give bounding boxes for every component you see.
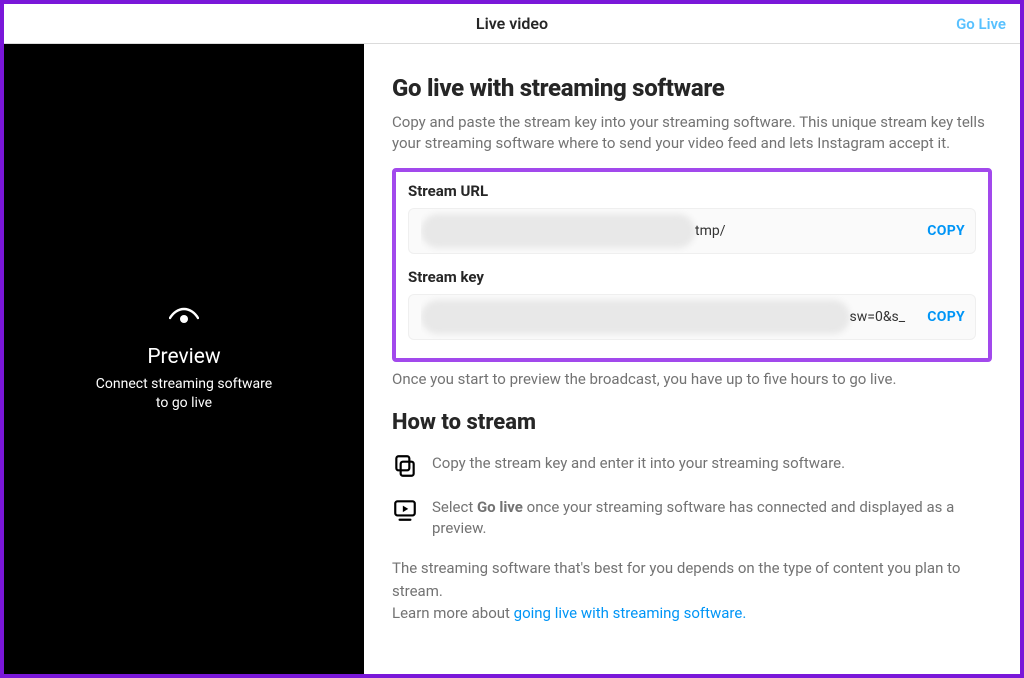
step-2: Select Go live once your streaming softw… <box>392 497 992 539</box>
page-heading: Go live with streaming software <box>392 74 992 102</box>
how-to-stream-heading: How to stream <box>392 410 992 435</box>
dialog-content: Preview Connect streaming software to go… <box>4 44 1020 674</box>
play-monitor-icon <box>392 497 418 523</box>
preview-time-note: Once you start to preview the broadcast,… <box>392 370 992 388</box>
copy-icon <box>392 453 418 479</box>
preview-subtitle-line2: to go live <box>156 395 212 411</box>
preview-pane: Preview Connect streaming software to go… <box>4 44 364 674</box>
live-video-dialog: Live video Go Live Preview Connect strea… <box>0 0 1024 678</box>
footer-note-text: The streaming software that's best for y… <box>392 559 960 600</box>
step-1: Copy the stream key and enter it into yo… <box>392 453 992 479</box>
copy-stream-url-button[interactable]: COPY <box>927 223 965 239</box>
stream-url-block: Stream URL tmp/ COPY <box>408 182 976 254</box>
eye-icon <box>169 305 199 331</box>
page-description: Copy and paste the stream key into your … <box>392 112 992 154</box>
go-live-button[interactable]: Go Live <box>956 15 1006 33</box>
stream-key-label: Stream key <box>408 268 976 286</box>
stream-url-tail: tmp/ <box>695 223 726 239</box>
main-pane: Go live with streaming software Copy and… <box>364 44 1020 674</box>
preview-subtitle: Connect streaming software to go live <box>96 375 272 413</box>
copy-stream-key-button[interactable]: COPY <box>927 309 965 325</box>
dialog-title: Live video <box>476 14 548 33</box>
stream-key-block: Stream key sw=0&s_ COPY <box>408 268 976 340</box>
step-1-text: Copy the stream key and enter it into yo… <box>432 453 845 474</box>
step-2-pre: Select <box>432 498 477 516</box>
redaction-smudge <box>421 300 850 334</box>
stream-url-value: tmp/ <box>421 209 919 253</box>
preview-subtitle-line1: Connect streaming software <box>96 376 272 392</box>
stream-key-field[interactable]: sw=0&s_ COPY <box>408 294 976 340</box>
footer-note: The streaming software that's best for y… <box>392 557 992 625</box>
learn-more-pre: Learn more about <box>392 604 514 622</box>
stream-url-label: Stream URL <box>408 182 976 200</box>
step-2-bold: Go live <box>477 498 523 516</box>
stream-key-value: sw=0&s_ <box>421 295 919 339</box>
preview-title: Preview <box>147 345 220 369</box>
stream-url-field[interactable]: tmp/ COPY <box>408 208 976 254</box>
stream-key-tail: sw=0&s_ <box>850 309 906 325</box>
stream-credentials-box: Stream URL tmp/ COPY Stream key <box>392 168 992 362</box>
step-2-text: Select Go live once your streaming softw… <box>432 497 992 539</box>
redaction-smudge <box>421 214 695 248</box>
dialog-header: Live video Go Live <box>4 4 1020 44</box>
learn-more-link[interactable]: going live with streaming software. <box>514 604 747 622</box>
